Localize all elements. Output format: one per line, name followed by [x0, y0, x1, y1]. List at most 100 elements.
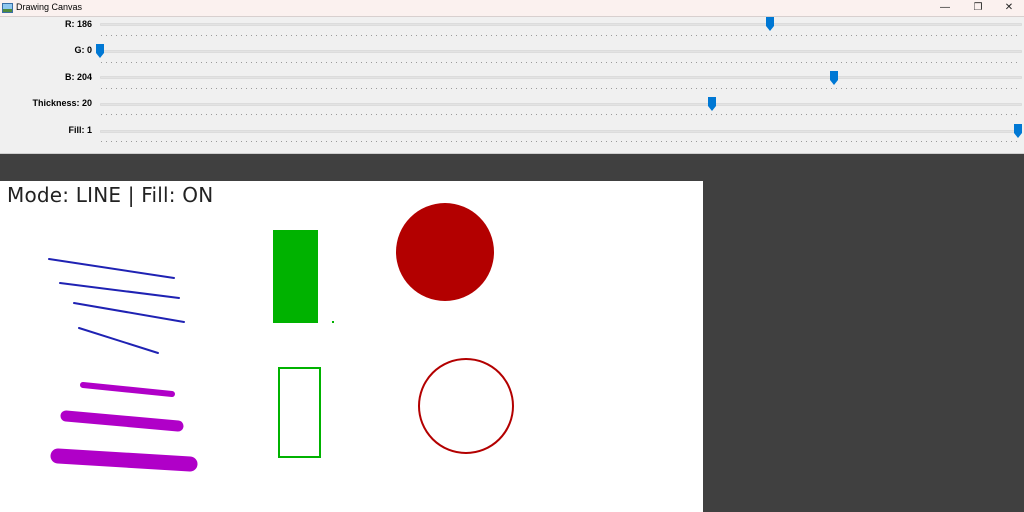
trackbar-fill-groove[interactable] — [100, 130, 1022, 133]
tick-mark — [956, 88, 957, 89]
tick-mark — [306, 62, 307, 63]
tick-mark — [591, 88, 592, 89]
tick-mark — [151, 35, 152, 36]
tick-mark — [216, 35, 217, 36]
tick-mark — [246, 114, 247, 115]
trackbar-b-groove[interactable] — [100, 76, 1022, 79]
trackbar-g-thumb[interactable] — [96, 44, 104, 58]
tick-mark — [921, 141, 922, 142]
tick-mark — [296, 62, 297, 63]
tick-mark — [911, 62, 912, 63]
tick-mark — [906, 62, 907, 63]
tick-mark — [521, 62, 522, 63]
tick-mark — [621, 88, 622, 89]
tick-mark — [156, 141, 157, 142]
trackbar-g-ticks — [101, 62, 1017, 63]
tick-mark — [741, 88, 742, 89]
trackbar-fill-thumb[interactable] — [1014, 124, 1022, 138]
tick-mark — [841, 141, 842, 142]
tick-mark — [846, 141, 847, 142]
tick-mark — [971, 88, 972, 89]
tick-mark — [771, 114, 772, 115]
tick-mark — [676, 35, 677, 36]
tick-mark — [526, 88, 527, 89]
tick-mark — [636, 141, 637, 142]
tick-mark — [561, 88, 562, 89]
tick-mark — [551, 35, 552, 36]
tick-mark — [636, 114, 637, 115]
trackbar-thickness-groove[interactable] — [100, 103, 1022, 106]
tick-mark — [621, 35, 622, 36]
tick-mark — [611, 114, 612, 115]
trackbar-r-groove[interactable] — [100, 23, 1022, 26]
tick-mark — [191, 62, 192, 63]
tick-mark — [756, 62, 757, 63]
tick-mark — [426, 88, 427, 89]
tick-mark — [936, 114, 937, 115]
tick-mark — [751, 88, 752, 89]
tick-mark — [886, 35, 887, 36]
tick-mark — [106, 35, 107, 36]
tick-mark — [981, 35, 982, 36]
tick-mark — [1001, 88, 1002, 89]
tick-mark — [246, 88, 247, 89]
tick-mark — [786, 35, 787, 36]
tick-mark — [971, 114, 972, 115]
tick-mark — [586, 62, 587, 63]
tick-mark — [251, 114, 252, 115]
tick-mark — [1011, 88, 1012, 89]
minimize-button[interactable]: — — [931, 0, 959, 16]
tick-mark — [241, 141, 242, 142]
tick-mark — [801, 35, 802, 36]
tick-mark — [136, 35, 137, 36]
tick-mark — [846, 88, 847, 89]
tick-mark — [831, 88, 832, 89]
tick-mark — [661, 114, 662, 115]
trackbar-r-thumb[interactable] — [765, 17, 774, 31]
tick-mark — [476, 62, 477, 63]
tick-mark — [751, 141, 752, 142]
trackbar-g-groove[interactable] — [100, 50, 1022, 53]
tick-mark — [936, 62, 937, 63]
tick-mark — [726, 88, 727, 89]
tick-mark — [571, 35, 572, 36]
tick-mark — [436, 141, 437, 142]
tick-mark — [156, 88, 157, 89]
trackbar-b-thumb[interactable] — [830, 71, 839, 85]
tick-mark — [451, 88, 452, 89]
tick-mark — [706, 114, 707, 115]
trackbar-thickness-thumb[interactable] — [708, 97, 716, 111]
maximize-button[interactable]: ❐ — [964, 0, 992, 16]
tick-mark — [646, 114, 647, 115]
tick-mark — [481, 114, 482, 115]
tick-mark — [761, 62, 762, 63]
tick-mark — [436, 35, 437, 36]
tick-mark — [746, 62, 747, 63]
tick-mark — [316, 141, 317, 142]
tick-mark — [836, 62, 837, 63]
tick-mark — [281, 88, 282, 89]
tick-mark — [316, 62, 317, 63]
tick-mark — [866, 35, 867, 36]
tick-mark — [796, 141, 797, 142]
tick-mark — [561, 114, 562, 115]
tick-mark — [371, 35, 372, 36]
tick-mark — [471, 62, 472, 63]
tick-mark — [726, 141, 727, 142]
tick-mark — [516, 88, 517, 89]
tick-mark — [921, 114, 922, 115]
tick-mark — [731, 114, 732, 115]
tick-mark — [951, 88, 952, 89]
tick-mark — [356, 35, 357, 36]
tick-mark — [276, 62, 277, 63]
tick-mark — [536, 88, 537, 89]
close-button[interactable]: ✕ — [995, 0, 1023, 16]
tick-mark — [176, 114, 177, 115]
tick-mark — [101, 141, 102, 142]
tick-mark — [841, 88, 842, 89]
tick-mark — [906, 141, 907, 142]
tick-mark — [426, 114, 427, 115]
tick-mark — [706, 141, 707, 142]
tick-mark — [746, 114, 747, 115]
tick-mark — [406, 35, 407, 36]
